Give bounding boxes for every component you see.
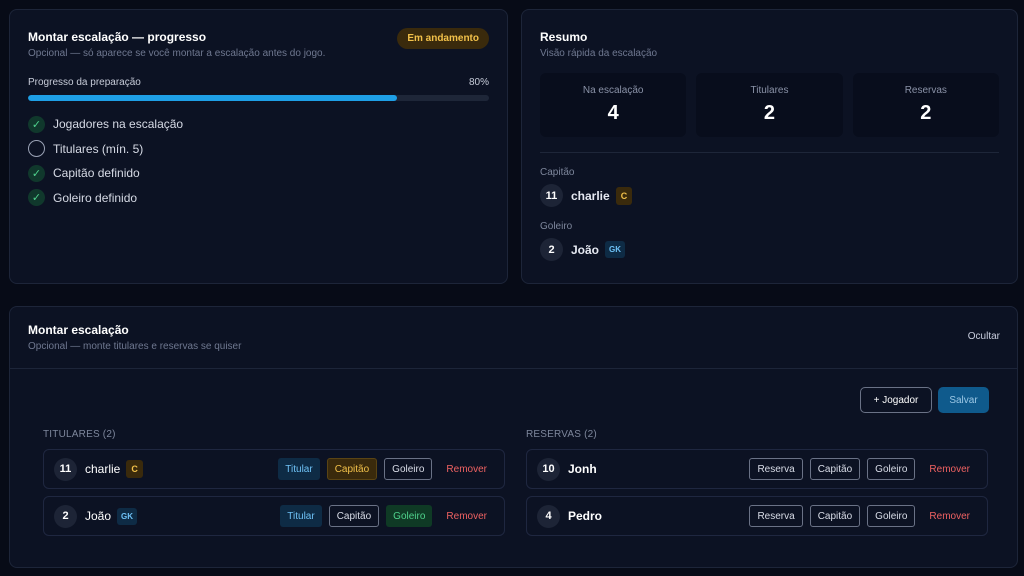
captain-button[interactable]: Capitão <box>809 505 861 527</box>
player-name: João <box>85 509 112 523</box>
stat-value: 2 <box>763 102 776 124</box>
lineup-title: Montar escalação <box>28 323 129 337</box>
goalkeeper-button[interactable]: Goleiro <box>867 458 916 480</box>
role-reserve-button[interactable]: Reserva <box>749 505 803 527</box>
player-number: 2 <box>54 504 77 528</box>
role-starter-button[interactable]: Titular <box>280 505 322 527</box>
summary-subtitle: Visão rápida da escalação <box>540 48 658 59</box>
progress-header: Progresso da preparação 80% <box>28 77 489 88</box>
hide-link[interactable]: Ocultar <box>968 331 1000 342</box>
summary-title: Resumo <box>540 30 588 44</box>
starter-row: 11 charlie C Titular Capitão Goleiro Rem… <box>43 449 505 489</box>
captain-tag: C <box>615 186 633 205</box>
player-name: charlie <box>571 188 610 203</box>
row-actions: Titular Capitão Goleiro Remover <box>278 458 494 480</box>
player-number: 2 <box>540 238 563 261</box>
progress-bar-fill <box>28 95 397 101</box>
goalkeeper-player: 2 João GK <box>540 238 999 261</box>
reserve-row: 10 Jonh Reserva Capitão Goleiro Remover <box>526 449 988 489</box>
captain-button[interactable]: Capitão <box>326 458 378 480</box>
progress-bar <box>28 95 489 101</box>
checklist-label: Goleiro definido <box>53 190 138 205</box>
captain-button[interactable]: Capitão <box>328 505 380 527</box>
remove-button[interactable]: Remover <box>439 505 494 527</box>
status-badge: Em andamento <box>397 28 489 49</box>
player-number: 4 <box>537 504 560 528</box>
checklist-item: ✓ Jogadores na escalação <box>28 112 489 137</box>
progress-card-subtitle: Opcional — só aparece se você montar a e… <box>28 48 326 59</box>
reserves-title: RESERVAS (2) <box>526 429 597 440</box>
save-button[interactable]: Salvar <box>938 387 989 413</box>
checklist-label: Titulares (mín. 5) <box>53 141 144 156</box>
captain-button[interactable]: Capitão <box>809 458 861 480</box>
goalkeeper-button[interactable]: Goleiro <box>386 505 433 527</box>
goalkeeper-tag: GK <box>605 241 626 258</box>
stat-lineup-count: Na escalação 4 <box>540 73 687 137</box>
stat-label: Na escalação <box>582 85 644 96</box>
remove-button[interactable]: Remover <box>439 458 494 480</box>
role-reserve-button[interactable]: Reserva <box>749 458 803 480</box>
remove-button[interactable]: Remover <box>922 505 977 527</box>
player-name: Jonh <box>568 462 597 476</box>
stat-label: Titulares <box>750 85 789 96</box>
player-name: Pedro <box>568 509 603 523</box>
goalkeeper-tag: GK <box>117 507 138 525</box>
goalkeeper-button[interactable]: Goleiro <box>867 505 916 527</box>
stat-reserves-count: Reservas 2 <box>852 73 999 137</box>
checklist-label: Capitão definido <box>53 166 140 181</box>
checklist-item: ✓ Goleiro definido <box>28 186 489 211</box>
divider <box>540 152 999 153</box>
stat-label: Reservas <box>904 85 947 96</box>
captain-label: Capitão <box>540 167 575 178</box>
goalkeeper-button[interactable]: Goleiro <box>384 458 433 480</box>
row-actions: Reserva Capitão Goleiro Remover <box>749 458 977 480</box>
starter-row: 2 João GK Titular Capitão Goleiro Remove… <box>43 496 505 536</box>
progress-card: Montar escalação — progresso Opcional — … <box>9 9 508 284</box>
lineup-card: Montar escalação Opcional — monte titula… <box>9 306 1018 568</box>
row-actions: Titular Capitão Goleiro Remover <box>280 505 494 527</box>
lineup-subtitle: Opcional — monte titulares e reservas se… <box>28 341 242 352</box>
starters-title: TITULARES (2) <box>43 429 116 440</box>
player-number: 11 <box>540 184 563 207</box>
stats-row: Na escalação 4 Titulares 2 Reservas 2 <box>540 73 999 137</box>
remove-button[interactable]: Remover <box>922 458 977 480</box>
role-starter-button[interactable]: Titular <box>278 458 320 480</box>
captain-tag: C <box>126 460 143 478</box>
progress-label: Progresso da preparação <box>28 77 141 88</box>
empty-circle-icon <box>28 140 45 158</box>
player-name: João <box>571 242 600 257</box>
checklist-label: Jogadores na escalação <box>53 117 184 132</box>
stat-value: 4 <box>607 102 619 124</box>
player-number: 10 <box>537 457 560 481</box>
player-number: 11 <box>54 457 77 481</box>
check-icon: ✓ <box>28 115 45 133</box>
lineup-header: Montar escalação Opcional — monte titula… <box>10 307 1017 369</box>
check-icon: ✓ <box>28 189 45 207</box>
checklist-item: Titulares (mín. 5) <box>28 137 489 162</box>
check-icon: ✓ <box>28 164 45 182</box>
stat-value: 2 <box>920 102 932 124</box>
row-actions: Reserva Capitão Goleiro Remover <box>749 505 977 527</box>
progress-percent: 80% <box>468 77 489 88</box>
summary-card: Resumo Visão rápida da escalação Na esca… <box>521 9 1018 284</box>
player-name: charlie <box>85 462 121 476</box>
goalkeeper-label: Goleiro <box>540 221 573 232</box>
add-player-button[interactable]: + Jogador <box>860 387 932 413</box>
reserve-row: 4 Pedro Reserva Capitão Goleiro Remover <box>526 496 988 536</box>
checklist-item: ✓ Capitão definido <box>28 161 489 186</box>
stat-starters-count: Titulares 2 <box>696 73 843 137</box>
captain-player: 11 charlie C <box>540 184 999 207</box>
checklist: ✓ Jogadores na escalação Titulares (mín.… <box>28 112 489 210</box>
